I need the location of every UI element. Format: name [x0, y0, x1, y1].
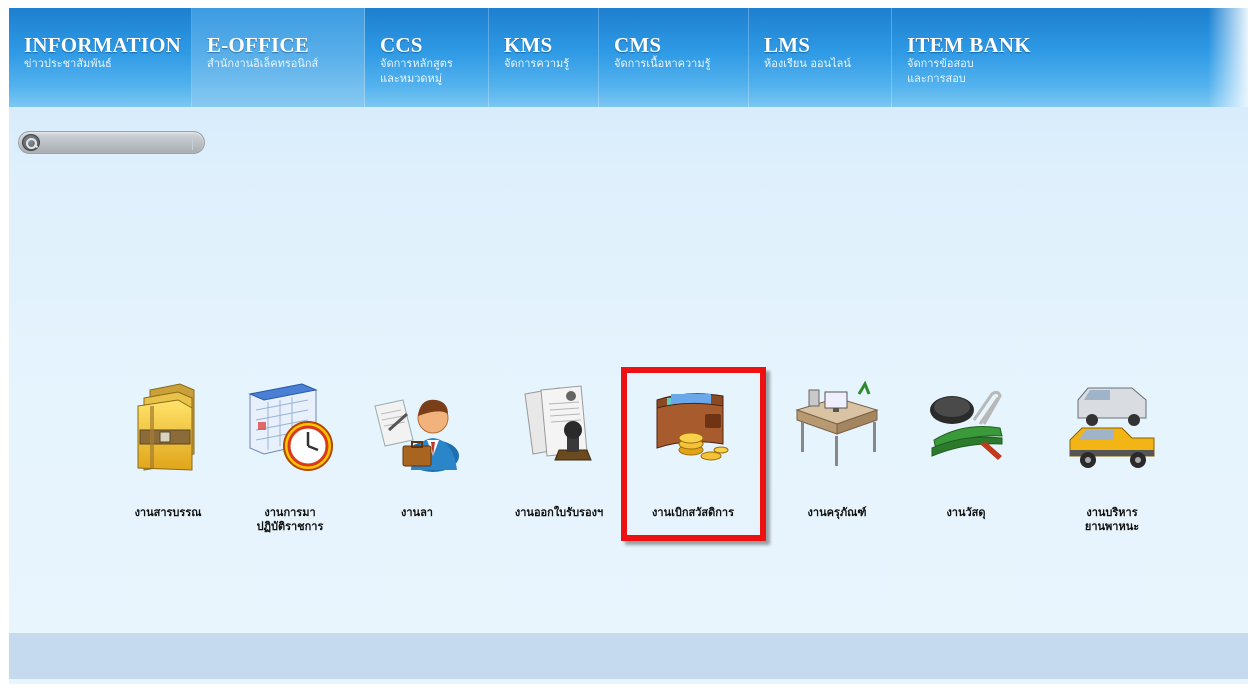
search-icon[interactable] [22, 134, 40, 151]
calendar-clock-icon[interactable] [242, 380, 338, 476]
nav-item-cms[interactable]: CMS จัดการเนื้อหาความรู้ [599, 8, 749, 107]
nav-subtitle: ข่าวประชาสัมพันธ์ [24, 57, 112, 70]
module-label: งานสารบรรณ [134, 506, 202, 519]
module-label: งานออกใบรับรองฯ [514, 506, 604, 519]
nav-title: CCS [380, 33, 423, 57]
search-box[interactable] [18, 131, 205, 154]
module-vehicles[interactable]: งานบริหาร ยานพาหนะ [1047, 380, 1177, 533]
businessman-briefcase-icon[interactable] [369, 380, 465, 476]
nav-subtitle: สำนักงานอิเล็คทรอนิกส์ [207, 57, 319, 70]
module-attendance[interactable]: งานการมา ปฏิบัติราชการ [225, 380, 355, 533]
nav-subtitle: จัดการความรู้ [504, 57, 570, 70]
search-input[interactable] [43, 134, 193, 151]
nav-item-lms[interactable]: LMS ห้องเรียน ออนไลน์ [749, 8, 892, 107]
module-label: งานวัสดุ [946, 506, 986, 519]
nav-fade [1208, 8, 1248, 107]
nav-item-ccs[interactable]: CCS จัดการหลักสูตร และหมวดหมู่ [365, 8, 489, 107]
nav-title: ITEM BANK [907, 33, 1031, 57]
folder-archive-icon[interactable] [120, 380, 216, 476]
nav-title: CMS [614, 33, 662, 57]
footer-bottom [9, 679, 1248, 684]
module-label: งานลา [401, 506, 433, 519]
nav-item-kms[interactable]: KMS จัดการความรู้ [489, 8, 599, 107]
footer-bar [9, 633, 1248, 679]
nav-title: E-OFFICE [207, 33, 309, 57]
certificate-stamp-icon[interactable] [511, 380, 607, 476]
module-document-admin[interactable]: งานสารบรรณ [103, 380, 233, 519]
nav-subtitle: ห้องเรียน ออนไลน์ [764, 57, 851, 70]
module-label: งานครุภัณฑ์ [807, 506, 867, 519]
nav-item-item-bank[interactable]: ITEM BANK จัดการข้อสอบ และการสอบ [892, 8, 1032, 107]
nav-item-e-office[interactable]: E-OFFICE สำนักงานอิเล็คทรอนิกส์ [192, 8, 365, 107]
top-navigation: INFORMATION ข่าวประชาสัมพันธ์ E-OFFICE ส… [9, 8, 1248, 107]
nav-title: KMS [504, 33, 553, 57]
nav-title: INFORMATION [24, 33, 181, 57]
search-divider [192, 135, 193, 150]
selection-highlight [621, 367, 766, 541]
module-equipment[interactable]: งานครุภัณฑ์ [772, 380, 902, 519]
module-label: งานบริหาร ยานพาหนะ [1084, 506, 1140, 533]
nav-subtitle: จัดการหลักสูตร และหมวดหมู่ [380, 57, 453, 85]
page: INFORMATION ข่าวประชาสัมพันธ์ E-OFFICE ส… [9, 8, 1248, 684]
vehicles-icon[interactable] [1064, 380, 1160, 476]
office-desk-icon[interactable] [789, 380, 885, 476]
stapler-supplies-icon[interactable] [918, 380, 1014, 476]
module-label: งานการมา ปฏิบัติราชการ [256, 506, 324, 533]
module-leave[interactable]: งานลา [352, 380, 482, 519]
nav-title: LMS [764, 33, 811, 57]
nav-subtitle: จัดการเนื้อหาความรู้ [614, 57, 711, 70]
nav-item-information[interactable]: INFORMATION ข่าวประชาสัมพันธ์ [9, 8, 192, 107]
module-certificate[interactable]: งานออกใบรับรองฯ [494, 380, 624, 519]
module-supplies[interactable]: งานวัสดุ [901, 380, 1031, 519]
nav-subtitle: จัดการข้อสอบ และการสอบ [907, 57, 974, 85]
